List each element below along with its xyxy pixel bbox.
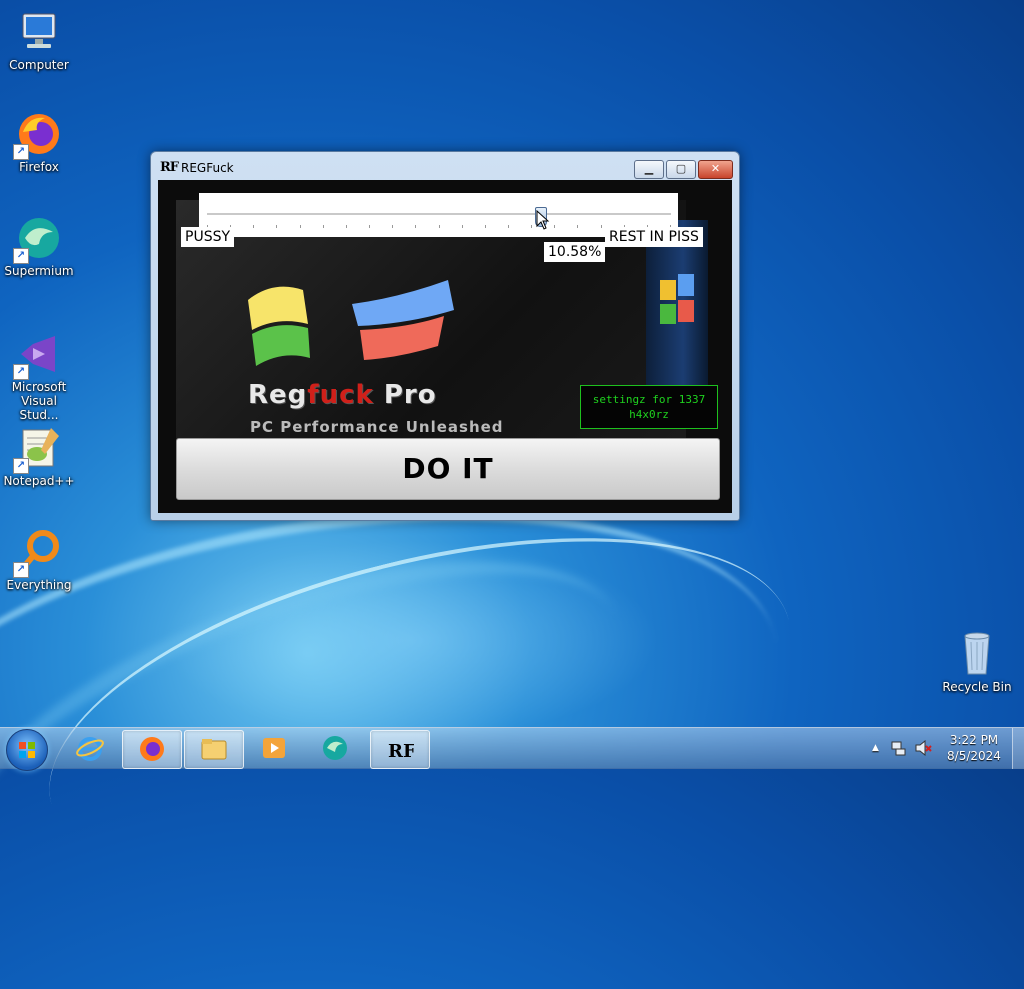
desktop-icon-supermium[interactable]: ↗ Supermium bbox=[1, 214, 77, 278]
shortcut-arrow-icon: ↗ bbox=[13, 458, 29, 474]
supermium-icon bbox=[323, 736, 347, 760]
network-icon[interactable] bbox=[890, 740, 906, 756]
brand-red-word: fuck bbox=[307, 380, 374, 410]
box-tagline: PC Performance Unleashed bbox=[250, 418, 504, 436]
minimize-button[interactable]: ▁ bbox=[634, 160, 664, 179]
desktop-icon-label: Recycle Bin bbox=[942, 680, 1012, 694]
close-button[interactable]: ✕ bbox=[698, 160, 733, 179]
taskbar-clock[interactable]: 3:22 PM 8/5/2024 bbox=[944, 732, 1004, 764]
box-brand-title: Regfuck Pro bbox=[248, 380, 437, 410]
taskbar-item-explorer[interactable] bbox=[184, 730, 244, 769]
desktop-icon-computer[interactable]: Computer bbox=[1, 8, 77, 72]
taskbar-item-supermium[interactable] bbox=[306, 730, 364, 767]
wallpaper-glow bbox=[160, 540, 660, 740]
firefox-icon bbox=[140, 737, 164, 761]
computer-icon bbox=[15, 8, 63, 56]
do-it-button[interactable]: DO IT bbox=[176, 438, 720, 500]
slider-tick bbox=[415, 225, 416, 228]
slider-tick bbox=[439, 225, 440, 228]
start-button[interactable] bbox=[6, 729, 48, 771]
taskbar: RF ▲ 3:22 PM 8/5/2024 bbox=[0, 727, 1024, 771]
desktop-icon-label: Everything bbox=[6, 578, 72, 592]
windows-start-icon bbox=[19, 742, 35, 758]
taskbar-item-internet-explorer[interactable] bbox=[61, 730, 119, 767]
slider-tick bbox=[577, 225, 578, 228]
desktop-icon-label: Computer bbox=[9, 58, 69, 72]
windows-flag-logo bbox=[248, 280, 454, 366]
desktop-icon-everything[interactable]: ↗ Everything bbox=[1, 528, 77, 592]
slider-track[interactable] bbox=[207, 213, 671, 216]
shortcut-arrow-icon: ↗ bbox=[13, 364, 29, 380]
slider-tick bbox=[485, 225, 486, 228]
desktop-icon-recycle-bin[interactable]: Recycle Bin bbox=[939, 630, 1015, 694]
notepadpp-icon: ↗ bbox=[13, 424, 63, 474]
desktop-icon-label: Firefox bbox=[19, 160, 59, 174]
slider-tick bbox=[462, 225, 463, 228]
show-hidden-icons-button[interactable]: ▲ bbox=[872, 743, 879, 753]
slider-tick bbox=[276, 225, 277, 228]
media-player-icon bbox=[263, 738, 285, 758]
brand-prefix: Reg bbox=[248, 380, 308, 410]
firefox-icon: ↗ bbox=[13, 110, 63, 160]
everything-icon: ↗ bbox=[13, 528, 63, 578]
app-logo-icon: RF bbox=[160, 160, 179, 175]
desktop-icon-firefox[interactable]: ↗ Firefox bbox=[1, 110, 77, 174]
supermium-icon: ↗ bbox=[13, 214, 63, 264]
slider-tick bbox=[369, 225, 370, 228]
desktop-icon-label: Microsoft Visual Stud... bbox=[11, 380, 67, 422]
shortcut-arrow-icon: ↗ bbox=[13, 248, 29, 264]
slider-min-label: PUSSY bbox=[181, 227, 235, 247]
slider-tick bbox=[508, 225, 509, 228]
window-client-area: Regfuck Pro PC Performance Unleashed PUS… bbox=[158, 180, 732, 513]
settings-button[interactable]: settingz for 1337 h4x0rz bbox=[580, 385, 718, 429]
taskbar-item-firefox[interactable] bbox=[122, 730, 182, 769]
slider-tick bbox=[323, 225, 324, 228]
folder-icon bbox=[201, 739, 227, 760]
window-titlebar[interactable]: RF REGFuck ▁ ▢ ✕ bbox=[151, 152, 739, 180]
clock-date: 8/5/2024 bbox=[947, 749, 1001, 763]
window-title: REGFuck bbox=[181, 161, 234, 175]
desktop-icon-label: Notepad++ bbox=[3, 474, 75, 488]
taskbar-item-regfuck[interactable]: RF bbox=[370, 730, 430, 769]
slider-tick bbox=[346, 225, 347, 228]
recycle-bin-icon bbox=[953, 630, 1001, 678]
desktop-icon-notepadpp[interactable]: ↗ Notepad++ bbox=[1, 424, 77, 488]
slider-max-label: REST IN PISS bbox=[605, 227, 703, 247]
slider-value-label: 10.58% bbox=[544, 242, 606, 262]
mouse-cursor-icon bbox=[536, 210, 550, 230]
slider-tick bbox=[554, 225, 555, 228]
visual-studio-icon: ↗ bbox=[13, 330, 63, 380]
show-desktop-button[interactable] bbox=[1012, 728, 1024, 769]
taskbar-item-media-player[interactable] bbox=[245, 730, 303, 767]
volume-muted-icon[interactable] bbox=[914, 740, 932, 756]
slider-tick bbox=[392, 225, 393, 228]
clock-time: 3:22 PM bbox=[949, 733, 999, 747]
desktop-icon-label: Supermium bbox=[4, 264, 74, 278]
regfuck-window: RF REGFuck ▁ ▢ ✕ Regfuck Pro PC Performa… bbox=[150, 151, 740, 521]
slider-tick bbox=[253, 225, 254, 228]
slider-ticks bbox=[207, 225, 671, 229]
desktop-icon-visual-studio[interactable]: ↗ Microsoft Visual Stud... bbox=[1, 330, 77, 422]
rf-icon: RF bbox=[388, 741, 414, 762]
slider-tick bbox=[601, 225, 602, 228]
slider-tick bbox=[531, 225, 532, 228]
maximize-button[interactable]: ▢ bbox=[666, 160, 696, 179]
ie-icon bbox=[76, 737, 104, 761]
shortcut-arrow-icon: ↗ bbox=[13, 562, 29, 578]
slider-tick bbox=[300, 225, 301, 228]
brand-suffix: Pro bbox=[383, 380, 437, 410]
svg-text:RF: RF bbox=[388, 741, 414, 762]
shortcut-arrow-icon: ↗ bbox=[13, 144, 29, 160]
